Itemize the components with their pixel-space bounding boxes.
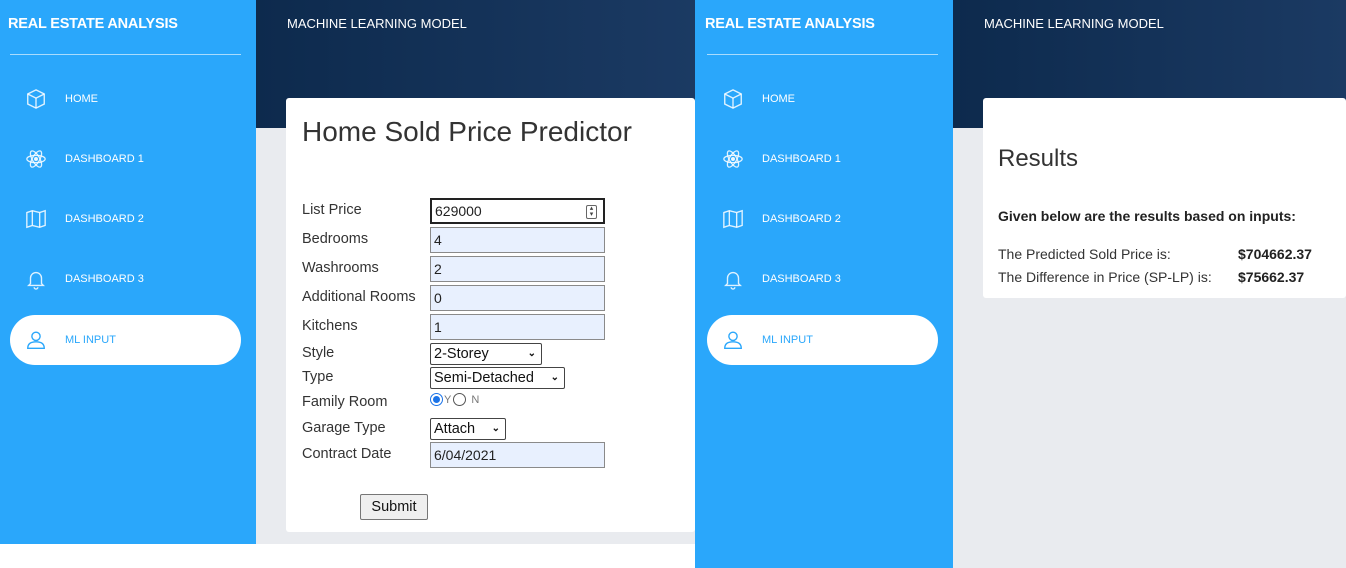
sidebar-item-label: HOME	[762, 93, 795, 105]
sidebar-item-label: DASHBOARD 2	[762, 213, 841, 225]
sidebar-item-label: DASHBOARD 2	[65, 213, 144, 225]
brand-title: REAL ESTATE ANALYSIS	[705, 16, 875, 32]
garage-type-select[interactable]: Attach ⌄	[430, 418, 506, 440]
contract-date-input[interactable]: 6/04/2021	[430, 442, 605, 468]
sidebar-item-dashboard-1[interactable]: DASHBOARD 1	[707, 134, 938, 184]
price-difference-value: $75662.37	[1238, 269, 1305, 285]
chevron-down-icon: ⌄	[491, 423, 500, 434]
contract-date-label: Contract Date	[302, 446, 392, 462]
form-title: Home Sold Price Predictor	[302, 116, 632, 147]
chevron-down-icon: ⌄	[527, 348, 536, 359]
kitchens-input[interactable]: 1	[430, 314, 605, 340]
sidebar-item-dashboard-1[interactable]: DASHBOARD 1	[10, 134, 241, 184]
brand-divider	[707, 54, 938, 55]
form-screen: REAL ESTATE ANALYSIS HOME DASHBOARD 1 DA…	[0, 0, 695, 544]
sidebar-item-label: ML INPUT	[762, 334, 813, 346]
type-select-value: Semi-Detached	[434, 370, 534, 386]
sidebar-item-home[interactable]: HOME	[10, 74, 241, 124]
price-difference-label: The Difference in Price (SP-LP) is:	[998, 269, 1212, 285]
style-select-value: 2-Storey	[434, 346, 489, 362]
washrooms-label: Washrooms	[302, 260, 379, 276]
bedrooms-input[interactable]: 4	[430, 227, 605, 253]
results-screen: REAL ESTATE ANALYSIS HOME DASHBOARD 1 DA…	[695, 0, 1346, 568]
list-price-label: List Price	[302, 202, 362, 218]
garage-type-select-value: Attach	[434, 421, 476, 437]
header-title: MACHINE LEARNING MODEL	[984, 16, 1164, 31]
sidebar-item-dashboard-2[interactable]: DASHBOARD 2	[707, 194, 938, 244]
brand-divider	[10, 54, 241, 55]
bell-icon	[24, 267, 48, 291]
list-price-input[interactable]: 629000 ▴ ▾	[430, 198, 605, 224]
family-room-yes-label: Y	[444, 393, 452, 406]
map-icon	[24, 207, 48, 231]
type-select[interactable]: Semi-Detached ⌄	[430, 367, 565, 389]
header-title: MACHINE LEARNING MODEL	[287, 16, 467, 31]
brand-title: REAL ESTATE ANALYSIS	[8, 16, 178, 32]
washrooms-input[interactable]: 2	[430, 256, 605, 282]
sidebar-item-label: DASHBOARD 1	[65, 153, 144, 165]
sidebar-item-dashboard-2[interactable]: DASHBOARD 2	[10, 194, 241, 244]
additional-rooms-input[interactable]: 0	[430, 285, 605, 311]
number-stepper-icon[interactable]: ▴ ▾	[586, 205, 597, 219]
sidebar-item-label: DASHBOARD 3	[762, 273, 841, 285]
kitchens-label: Kitchens	[302, 318, 358, 334]
sidebar-item-home[interactable]: HOME	[707, 74, 938, 124]
sidebar-item-label: ML INPUT	[65, 334, 116, 346]
bell-icon	[721, 267, 745, 291]
sidebar-item-dashboard-3[interactable]: DASHBOARD 3	[10, 254, 241, 304]
predicted-price-label: The Predicted Sold Price is:	[998, 246, 1171, 262]
sidebar-item-label: HOME	[65, 93, 98, 105]
chevron-down-icon: ⌄	[550, 372, 559, 383]
atom-icon	[24, 147, 48, 171]
cube-icon	[24, 87, 48, 111]
style-select[interactable]: 2-Storey ⌄	[430, 343, 542, 365]
map-icon	[721, 207, 745, 231]
sidebar: REAL ESTATE ANALYSIS HOME DASHBOARD 1 DA…	[0, 0, 256, 544]
sidebar-item-label: DASHBOARD 3	[65, 273, 144, 285]
garage-type-label: Garage Type	[302, 420, 386, 436]
results-subtitle: Given below are the results based on inp…	[998, 208, 1296, 224]
atom-icon	[721, 147, 745, 171]
list-price-value: 629000	[435, 203, 482, 219]
additional-rooms-label: Additional Rooms	[302, 289, 416, 305]
results-card: Results Given below are the results base…	[983, 98, 1346, 298]
family-room-radio-group: Y N	[430, 393, 481, 406]
sidebar: REAL ESTATE ANALYSIS HOME DASHBOARD 1 DA…	[695, 0, 953, 568]
family-room-no-label: N	[471, 393, 480, 406]
results-title: Results	[998, 145, 1079, 172]
sidebar-item-ml-input[interactable]: ML INPUT	[707, 315, 938, 365]
sidebar-item-ml-input[interactable]: ML INPUT	[10, 315, 241, 365]
predicted-price-value: $704662.37	[1238, 246, 1312, 262]
predictor-form-card: Home Sold Price Predictor List Price 629…	[286, 98, 695, 532]
sidebar-item-label: DASHBOARD 1	[762, 153, 841, 165]
user-icon	[24, 328, 48, 352]
sidebar-item-dashboard-3[interactable]: DASHBOARD 3	[707, 254, 938, 304]
family-room-yes-radio[interactable]	[430, 393, 443, 406]
user-icon	[721, 328, 745, 352]
family-room-label: Family Room	[302, 394, 388, 410]
cube-icon	[721, 87, 745, 111]
submit-button[interactable]: Submit	[360, 494, 428, 520]
family-room-no-radio[interactable]	[453, 393, 467, 406]
bedrooms-label: Bedrooms	[302, 231, 369, 247]
style-label: Style	[302, 345, 335, 361]
type-label: Type	[302, 369, 334, 385]
